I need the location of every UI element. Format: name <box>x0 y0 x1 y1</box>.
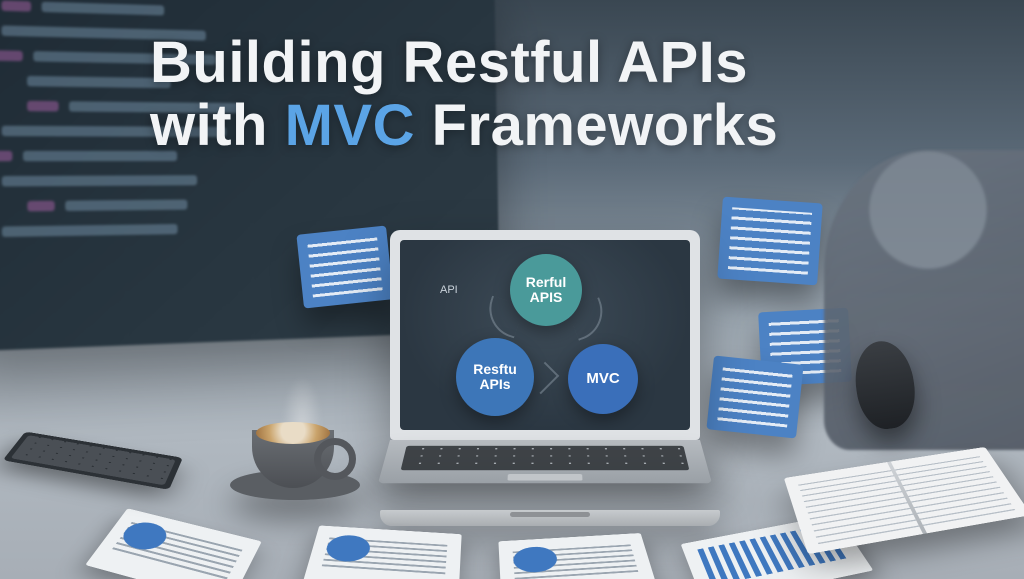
floating-note <box>706 355 803 438</box>
laptop-screen: API Rerful APIS Resftu APIs MVC <box>400 240 690 430</box>
floating-note <box>717 197 822 286</box>
diagram-node-left-line1: Resftu <box>473 362 517 377</box>
diagram-node-right-line1: MVC <box>586 371 619 387</box>
laptop-keyboard <box>378 440 712 483</box>
hero-scene: Building Restful APIs with MVC Framework… <box>0 0 1024 579</box>
open-notebook <box>784 447 1024 554</box>
desk-paper <box>498 533 658 579</box>
diagram-node-left-line2: APIs <box>479 377 510 392</box>
laptop-screen-bezel: API Rerful APIS Resftu APIs MVC <box>390 230 700 440</box>
diagram-node-top-line2: APIS <box>530 290 563 305</box>
laptop: API Rerful APIS Resftu APIs MVC <box>380 230 710 526</box>
hero-title: Building Restful APIs with MVC Framework… <box>150 32 910 157</box>
title-line2-pre: with <box>150 93 285 158</box>
desk-keyboard <box>3 432 183 490</box>
person-silhouette <box>824 150 1024 450</box>
diagram-node-right: MVC <box>568 344 638 414</box>
coffee-surface <box>256 422 330 444</box>
diagram-node-top-line1: Rerful <box>526 275 566 290</box>
diagram-api-label: API <box>440 284 458 296</box>
coffee-cup <box>230 410 350 500</box>
title-line2-emphasis: MVC <box>285 93 415 158</box>
desk-paper <box>302 525 462 579</box>
title-line1: Building Restful APIs <box>150 30 748 95</box>
laptop-base <box>380 510 720 526</box>
title-line2-post: Frameworks <box>415 93 778 158</box>
desk-paper <box>85 508 262 579</box>
diagram-node-left: Resftu APIs <box>456 338 534 416</box>
